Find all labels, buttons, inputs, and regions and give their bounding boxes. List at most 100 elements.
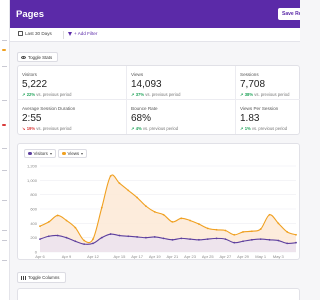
- sidebar-item-marker[interactable]: [2, 124, 6, 126]
- views-point: [136, 196, 139, 199]
- filter-divider: [63, 31, 64, 39]
- page-header: Pages Save Report: [10, 0, 300, 28]
- filter-icon: [68, 31, 72, 36]
- x-tick-label: Apr 12: [87, 254, 100, 259]
- stat-bounce-rate: Bounce Rate 68% ↗ 4% vs. previous period: [127, 100, 236, 134]
- visitors-point: [286, 242, 289, 245]
- visitors-point: [224, 238, 227, 240]
- x-tick-label: Apr 27: [219, 254, 232, 259]
- visitors-point: [127, 235, 130, 238]
- toggle-stats-button[interactable]: Toggle Stats: [17, 52, 58, 62]
- views-point: [118, 182, 121, 185]
- views-point: [100, 206, 103, 209]
- stat-value: 68%: [131, 113, 152, 124]
- chevron-down-icon: [81, 152, 84, 155]
- stat-delta: ↗ 38% vs. previous period: [240, 92, 289, 97]
- stat-change: 37%: [135, 92, 145, 97]
- stat-change-suffix: vs. previous period: [142, 126, 179, 131]
- views-point: [233, 233, 236, 236]
- x-tick-label: Apr 29: [237, 254, 250, 259]
- stat-value: 14,093: [131, 79, 162, 90]
- visitors-point: [109, 233, 112, 235]
- date-range-button[interactable]: Last 30 Days: [18, 31, 52, 36]
- visitors-point: [83, 243, 86, 246]
- views-point: [47, 221, 50, 223]
- visitors-point: [259, 238, 262, 240]
- stat-label: Sessions: [240, 72, 259, 77]
- sidebar-item[interactable]: [2, 148, 7, 149]
- toggle-stats-label: Toggle Stats: [28, 54, 53, 60]
- columns-icon: [21, 275, 26, 280]
- stat-value: 2:55: [22, 113, 42, 124]
- stat-change: 19%: [26, 126, 36, 131]
- sidebar-divider: [2, 66, 7, 67]
- visitors-point: [118, 234, 121, 237]
- visitors-point: [233, 241, 236, 244]
- sidebar: [0, 0, 10, 300]
- views-point: [189, 219, 191, 222]
- sidebar-item[interactable]: [2, 200, 7, 201]
- views-point: [197, 223, 200, 225]
- x-tick-label: Apr 15: [114, 254, 127, 259]
- visitors-point: [39, 238, 41, 240]
- sidebar-item[interactable]: [2, 170, 7, 171]
- pages-table-panel: [17, 288, 300, 300]
- visitors-point: [74, 240, 77, 243]
- sidebar-item[interactable]: [2, 230, 7, 231]
- add-filter-button[interactable]: + Add Filter: [68, 31, 97, 36]
- views-point: [277, 222, 280, 225]
- visitors-select-label: Visitors: [33, 151, 48, 156]
- stat-label: Average Session Duration: [22, 106, 76, 111]
- views-point: [180, 217, 183, 220]
- trend-up-icon: ↗: [240, 126, 244, 131]
- sidebar-item[interactable]: [2, 260, 7, 261]
- stat-change: 38%: [244, 92, 254, 97]
- stat-label: Views Per Session: [240, 106, 279, 111]
- views-point: [109, 175, 112, 177]
- visitors-point: [215, 237, 218, 240]
- date-range-label: Last 30 Days: [25, 31, 52, 36]
- stat-change: 4%: [135, 126, 142, 131]
- sidebar-item-marker[interactable]: [2, 49, 6, 51]
- views-point: [145, 205, 147, 208]
- stat-change-suffix: vs. previous period: [254, 92, 290, 97]
- y-tick-label: 600: [30, 207, 37, 212]
- page: Pages Save Report Last 30 Days + Add Fil…: [0, 0, 300, 300]
- visitors-point: [92, 242, 94, 245]
- eye-icon: [21, 55, 26, 59]
- visitors-point: [295, 241, 297, 244]
- sidebar-item[interactable]: [2, 100, 7, 101]
- x-tick-label: May 3: [273, 254, 285, 259]
- visitors-point: [277, 239, 280, 242]
- views-metric-select[interactable]: Views: [58, 149, 88, 158]
- stat-change-suffix: vs. previous period: [36, 126, 72, 131]
- stat-avg-session-duration: Average Session Duration 2:55 ↘ 19% vs. …: [18, 100, 127, 134]
- visitors-metric-select[interactable]: Visitors: [24, 149, 56, 158]
- views-select-label: Views: [67, 151, 80, 156]
- toggle-columns-button[interactable]: Toggle Columns: [17, 272, 66, 283]
- views-point: [215, 228, 218, 231]
- stat-change: 22%: [26, 92, 36, 97]
- visitors-point: [136, 236, 139, 238]
- stat-label: Views: [131, 72, 144, 77]
- stat-views-per-session: Views Per Session 1.83 ↗ 1% vs. previous…: [236, 100, 300, 134]
- x-tick-label: Apr 21: [167, 254, 180, 259]
- views-point: [65, 219, 68, 222]
- visitors-point: [65, 236, 68, 239]
- filter-bar: Last 30 Days + Add Filter: [10, 28, 300, 42]
- stat-value: 5,222: [22, 79, 48, 90]
- trend-down-icon: ↘: [22, 126, 26, 131]
- stat-delta: ↗ 1% vs. previous period: [240, 126, 287, 131]
- views-point: [56, 214, 59, 217]
- stat-delta: ↗ 4% vs. previous period: [131, 126, 178, 131]
- visitors-point: [153, 236, 156, 238]
- views-point: [250, 230, 253, 233]
- save-report-button[interactable]: Save Report: [278, 8, 300, 20]
- trend-up-icon: ↗: [240, 92, 244, 97]
- x-tick-label: Apr 23: [184, 254, 197, 259]
- stat-change-suffix: vs. previous period: [36, 92, 72, 97]
- sidebar-item[interactable]: [2, 240, 7, 241]
- stat-label: Bounce Rate: [131, 106, 158, 111]
- stat-value: 1.83: [240, 113, 260, 124]
- chevron-down-icon: [49, 152, 52, 155]
